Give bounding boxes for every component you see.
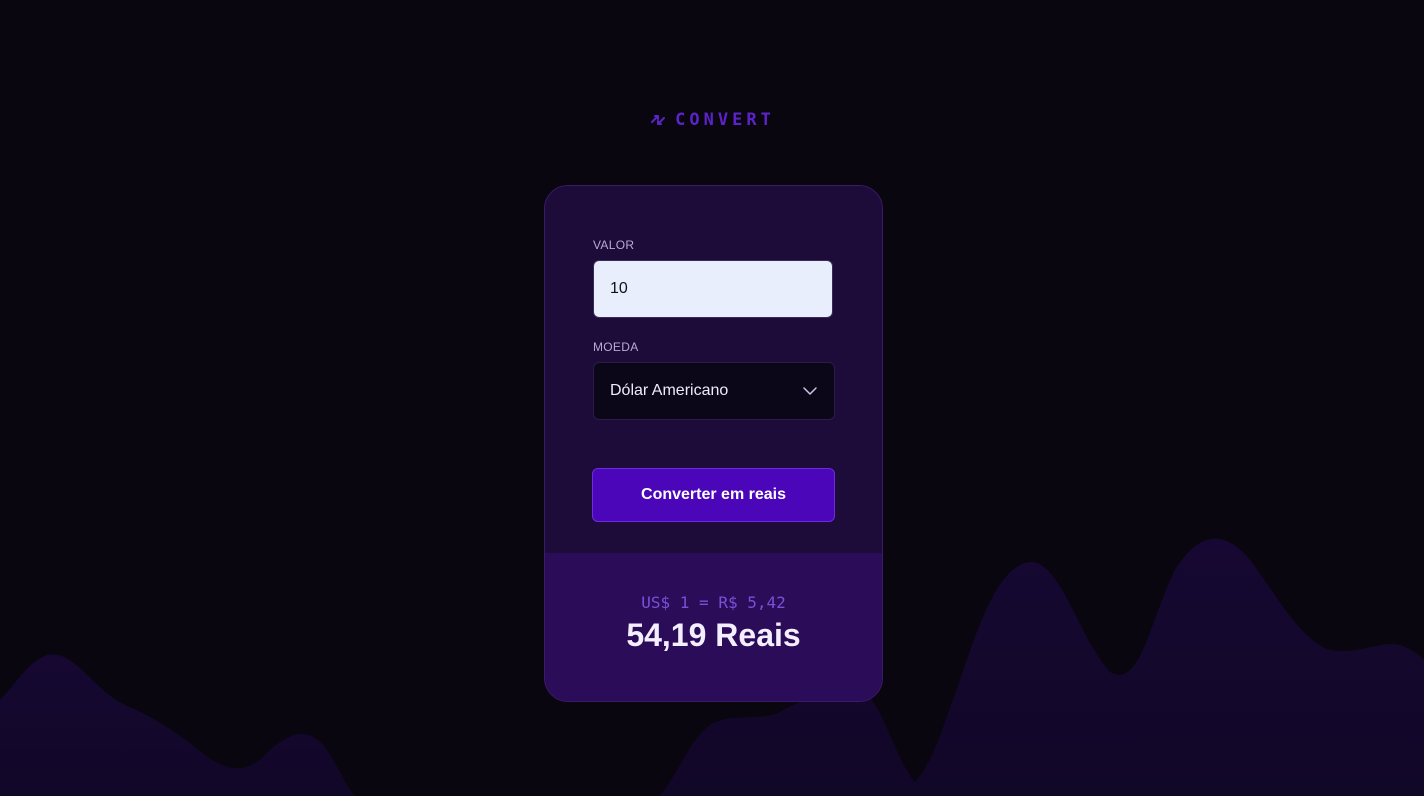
convert-button[interactable]: Converter em reais [592, 468, 835, 522]
valor-input[interactable]: 10 [593, 260, 833, 318]
valor-input-value: 10 [610, 280, 628, 297]
converted-value: 54,19 Reais [626, 617, 801, 653]
logo-text: CONVERT [675, 110, 775, 130]
logo: CONVERT [0, 110, 1424, 130]
form-panel: VALOR 10 MOEDA Dólar Americano Converter… [545, 186, 882, 553]
moeda-label: MOEDA [593, 340, 639, 354]
converter-card: VALOR 10 MOEDA Dólar Americano Converter… [544, 185, 883, 702]
result-panel: US$ 1 = R$ 5,42 54,19 Reais [545, 553, 882, 701]
moeda-select[interactable]: Dólar Americano [593, 362, 835, 420]
moeda-selected-value: Dólar Americano [610, 382, 729, 399]
valor-label: VALOR [593, 238, 635, 252]
chevron-down-icon [802, 383, 818, 399]
exchange-rate-text: US$ 1 = R$ 5,42 [641, 593, 786, 612]
swap-arrows-icon [649, 111, 667, 129]
left-wave [0, 654, 355, 796]
